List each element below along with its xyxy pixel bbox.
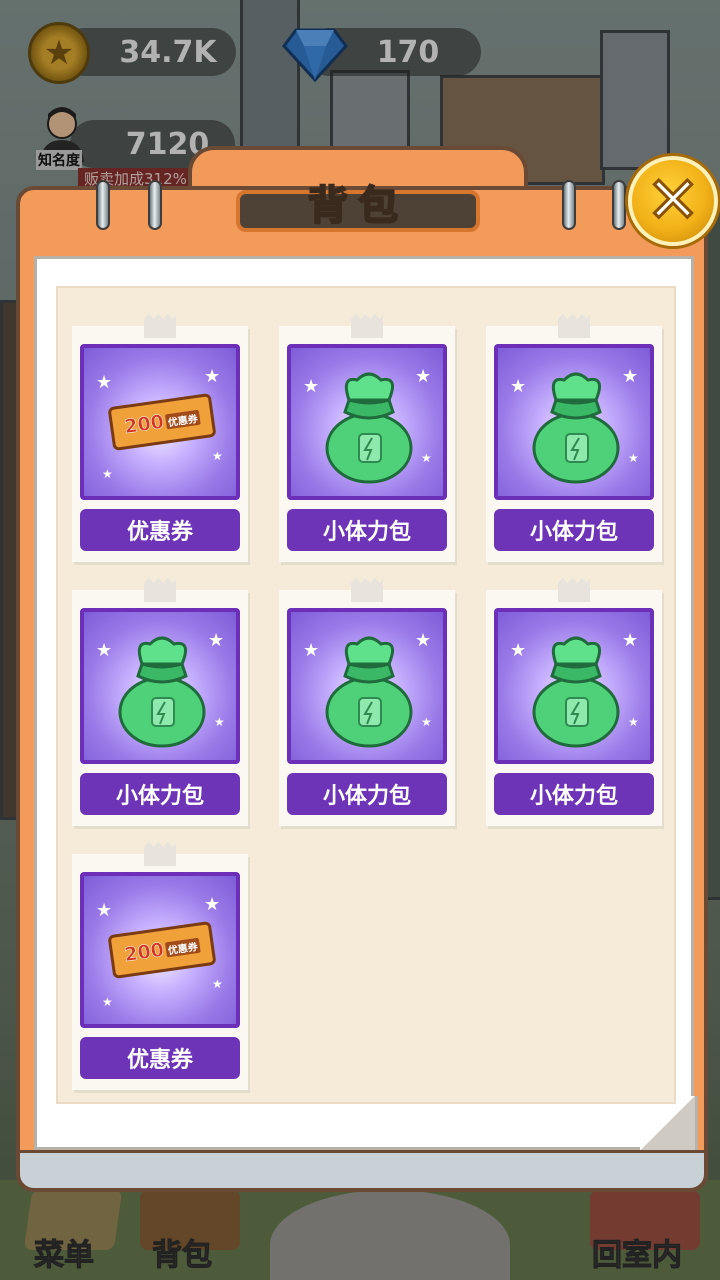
sparkle-icon: ★ [212,449,223,463]
sparkle-icon: ★ [510,640,527,661]
coupon-value: 200 [122,938,166,967]
inventory-item[interactable]: ★ ★ ★ 小体力包 [72,590,248,826]
inventory-grid: ★ ★ ★ ★ 200 优惠券 优惠券 ★ ★ ★ 小体力包 ★ ★ ★ 小体力… [56,286,676,1104]
inventory-item[interactable]: ★ ★ ★ 小体力包 [279,326,455,562]
item-icon-frame: ★ ★ ★ [494,344,654,500]
sparkle-icon: ★ [96,372,113,393]
item-label: 小体力包 [287,773,447,815]
stamina-bag-icon [532,372,620,484]
sparkle-icon: ★ [204,366,221,387]
panel-title-bar: 背包 [236,182,480,232]
sparkle-icon: ★ [96,640,113,661]
sparkle-icon: ★ [622,630,639,651]
sparkle-icon: ★ [628,715,639,729]
stamina-bag-icon [118,636,206,748]
item-icon-frame: ★ ★ ★ [80,608,240,764]
sparkle-icon: ★ [96,900,113,921]
sparkle-icon: ★ [421,451,432,465]
item-label: 小体力包 [80,773,240,815]
item-label: 小体力包 [494,509,654,551]
item-icon-frame: ★ ★ ★ [287,344,447,500]
panel-footer [20,1150,704,1188]
item-label: 优惠券 [80,509,240,551]
panel-title: 背包 [307,182,408,230]
sparkle-icon: ★ [415,366,432,387]
inventory-item[interactable]: ★ ★ ★ 小体力包 [486,590,662,826]
sparkle-icon: ★ [212,977,223,991]
sparkle-icon: ★ [208,630,225,651]
binder-ring [148,180,162,230]
sparkle-icon: ★ [421,715,432,729]
sparkle-icon: ★ [204,894,221,915]
page-curl [640,1096,698,1150]
sparkle-icon: ★ [303,640,320,661]
binder-ring [96,180,110,230]
coupon-icon: 200 优惠券 [107,920,217,980]
item-label: 小体力包 [287,509,447,551]
binder-ring [562,180,576,230]
inventory-item[interactable]: ★ ★ ★ 小体力包 [486,326,662,562]
item-icon-frame: ★ ★ ★ ★ 200 优惠券 [80,344,240,500]
sparkle-icon: ★ [102,467,113,481]
sparkle-icon: ★ [102,995,113,1009]
sparkle-icon: ★ [214,715,225,729]
sparkle-icon: ★ [628,451,639,465]
stamina-bag-icon [532,636,620,748]
stamina-bag-icon [325,636,413,748]
sparkle-icon: ★ [415,630,432,651]
inventory-item[interactable]: ★ ★ ★ ★ 200 优惠券 优惠券 [72,326,248,562]
binder-ring [612,180,626,230]
item-icon-frame: ★ ★ ★ [494,608,654,764]
item-icon-frame: ★ ★ ★ ★ 200 优惠券 [80,872,240,1028]
inventory-item[interactable]: ★ ★ ★ 小体力包 [279,590,455,826]
close-button[interactable]: ✕ [628,156,718,246]
sparkle-icon: ★ [303,376,320,397]
coupon-text: 优惠券 [164,409,201,429]
item-icon-frame: ★ ★ ★ [287,608,447,764]
coupon-value: 200 [122,410,166,439]
item-label: 优惠券 [80,1037,240,1079]
coupon-text: 优惠券 [164,937,201,957]
inventory-item[interactable]: ★ ★ ★ ★ 200 优惠券 优惠券 [72,854,248,1090]
stamina-bag-icon [325,372,413,484]
sparkle-icon: ★ [622,366,639,387]
item-label: 小体力包 [494,773,654,815]
coupon-icon: 200 优惠券 [107,392,217,452]
sparkle-icon: ★ [510,376,527,397]
